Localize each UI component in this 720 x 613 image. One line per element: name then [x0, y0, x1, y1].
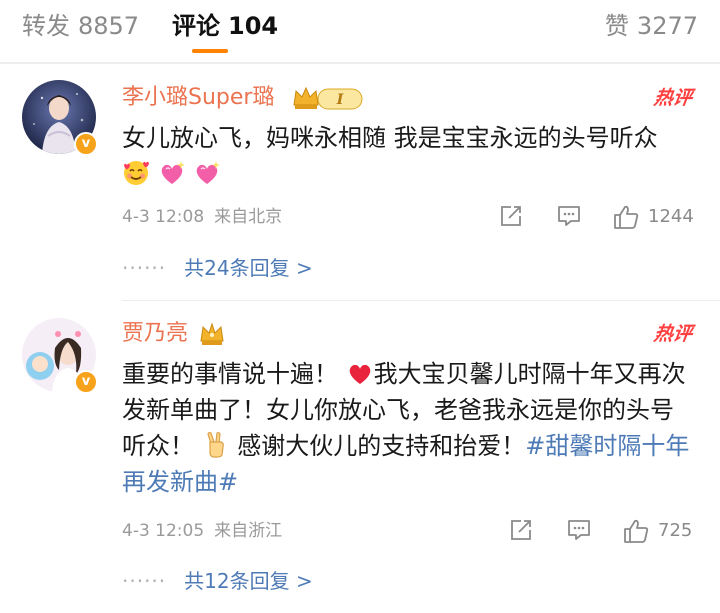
- comment-date: 4-3 12:05: [122, 521, 205, 541]
- thumbs-up-icon[interactable]: [622, 517, 650, 545]
- reply-comment-icon[interactable]: [566, 517, 592, 543]
- svg-text:I: I: [336, 92, 344, 108]
- tab-likes-label: 赞: [604, 12, 629, 40]
- comment-text-part: 重要的事情说十遍！: [122, 360, 338, 388]
- tab-comments[interactable]: 评论 104: [172, 10, 278, 42]
- thumbs-up-icon[interactable]: [612, 203, 640, 231]
- sparkling-heart-icon: [197, 161, 221, 184]
- comment-text: 重要的事情说十遍！ 我大宝贝馨儿时隔十年又再次发新单曲了！女儿你放心飞，老爸我永…: [122, 356, 692, 500]
- comment-location: 来自北京: [214, 207, 283, 227]
- tab-repost-label: 转发: [22, 12, 70, 40]
- member-crown-badge: I: [293, 86, 363, 110]
- like-count: 1244: [648, 206, 694, 227]
- verified-badge: v: [74, 132, 98, 156]
- hot-comment-tag: 热评: [652, 323, 694, 345]
- comment-location: 来自浙江: [214, 521, 283, 541]
- tab-repost[interactable]: 转发 8857: [22, 10, 139, 42]
- reply-comment-icon[interactable]: [556, 203, 582, 229]
- comment-meta: 4-3 12:05 来自浙江: [122, 519, 282, 543]
- comment-actions: 1244: [498, 203, 698, 231]
- victory-hand-icon: [206, 432, 224, 458]
- tab-comments-label: 评论: [172, 12, 220, 40]
- verified-badge: v: [74, 370, 98, 394]
- comment-date: 4-3 12:08: [122, 207, 205, 227]
- smiling-face-with-hearts-icon: [124, 161, 149, 185]
- comment-username[interactable]: 贾乃亮: [122, 320, 188, 348]
- comment-text-body: 女儿放心飞，妈咪永相随 我是宝宝永远的头号听众: [122, 124, 658, 152]
- tab-comments-count: 104: [228, 12, 279, 40]
- sparkling-heart-icon: [161, 161, 185, 184]
- view-replies-link[interactable]: ······ 共24条回复 >: [122, 254, 313, 282]
- replies-label: 共24条回复 >: [184, 256, 313, 280]
- hot-comment-tag: 热评: [652, 87, 694, 109]
- active-tab-indicator: [192, 49, 228, 53]
- replies-label: 共12条回复 >: [184, 569, 313, 593]
- red-heart-icon: [349, 364, 370, 384]
- tab-likes[interactable]: 赞 3277: [605, 10, 698, 42]
- comment-separator: [122, 300, 720, 301]
- view-replies-link[interactable]: ······ 共12条回复 >: [122, 567, 313, 595]
- comment-username[interactable]: 李小璐Super璐: [122, 84, 274, 112]
- comment-actions: 725: [508, 517, 698, 545]
- avatar[interactable]: v: [22, 318, 98, 394]
- avatar[interactable]: v: [22, 80, 98, 156]
- comment-text-part: 感谢大伙儿的支持和抬爱！: [237, 432, 526, 460]
- share-icon[interactable]: [508, 517, 534, 543]
- tab-likes-count: 3277: [636, 12, 698, 40]
- comment-text: 女儿放心飞，妈咪永相随 我是宝宝永远的头号听众: [122, 120, 692, 192]
- share-icon[interactable]: [498, 203, 524, 229]
- comment-meta: 4-3 12:08 来自北京: [122, 205, 282, 229]
- like-count: 725: [658, 520, 693, 541]
- comment-tabbar: 转发 8857 评论 104 赞 3277: [0, 0, 720, 62]
- member-crown-badge: [200, 322, 224, 345]
- replies-dots: ······: [122, 569, 167, 593]
- divider: [0, 62, 720, 64]
- replies-dots: ······: [122, 256, 167, 280]
- tab-repost-count: 8857: [78, 12, 140, 40]
